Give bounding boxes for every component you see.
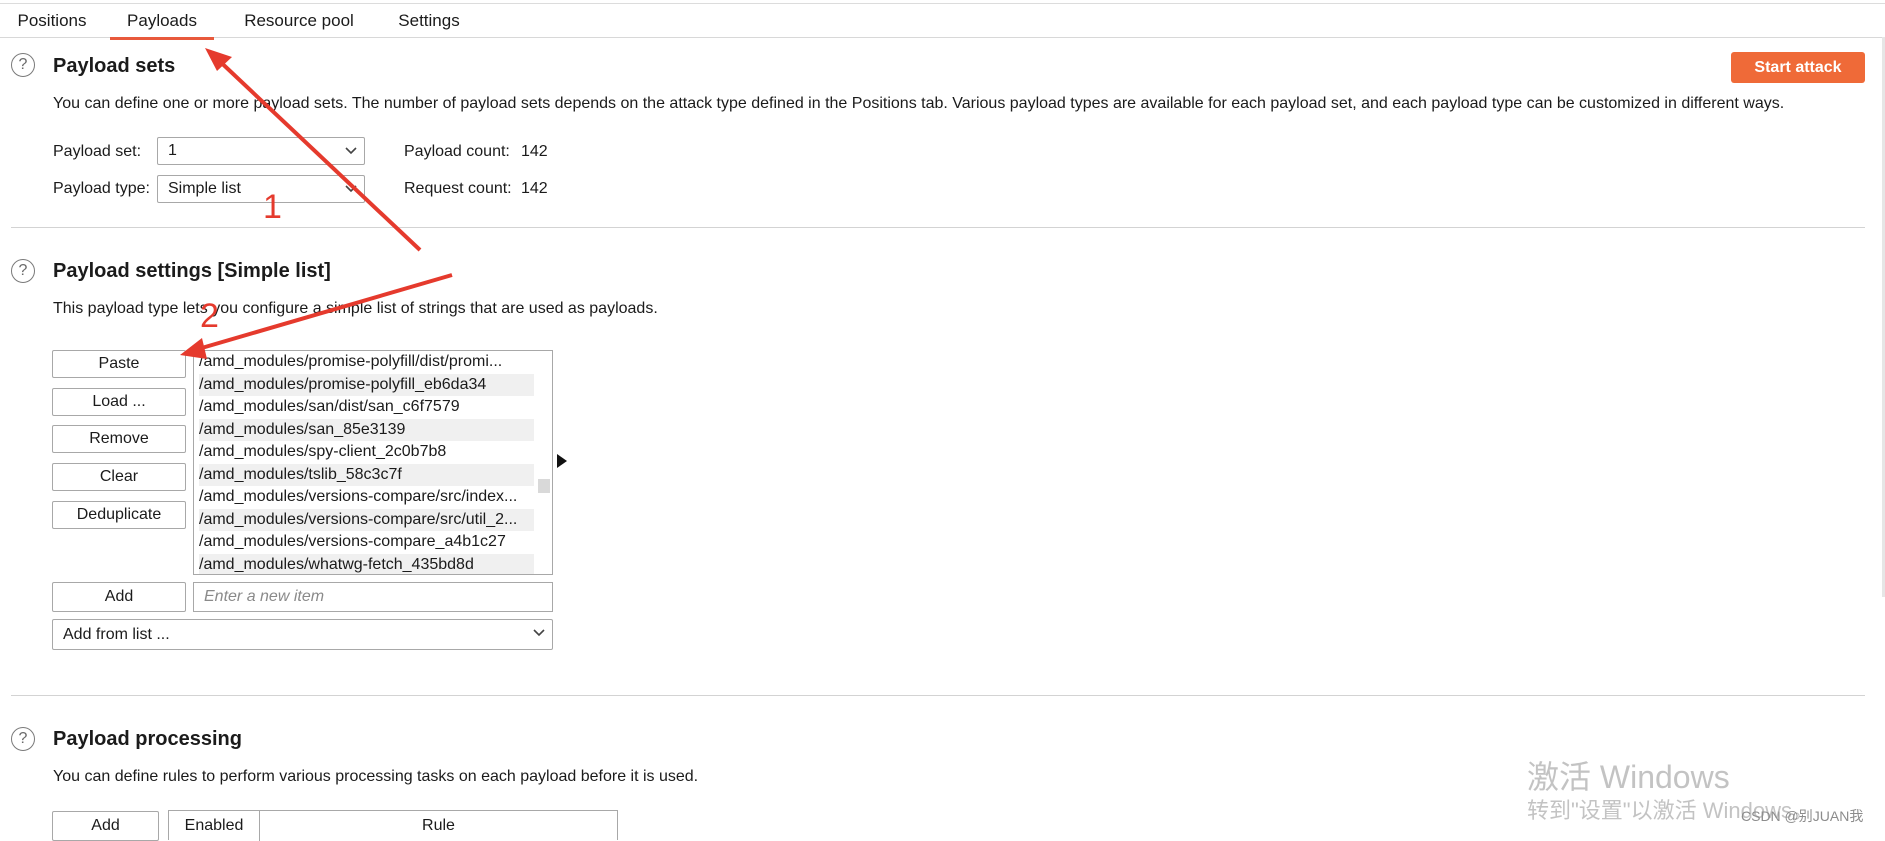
annotation-number-1: 1: [263, 188, 282, 226]
arrow-1-icon: [205, 48, 422, 252]
arrow-2-icon: [180, 273, 453, 359]
activate-windows-watermark: 激活 Windows: [1527, 759, 1730, 795]
annotation-number-2: 2: [200, 297, 219, 335]
annotation-arrows: [180, 48, 453, 359]
csdn-credit: CSDN @别JUAN我: [1741, 808, 1864, 824]
